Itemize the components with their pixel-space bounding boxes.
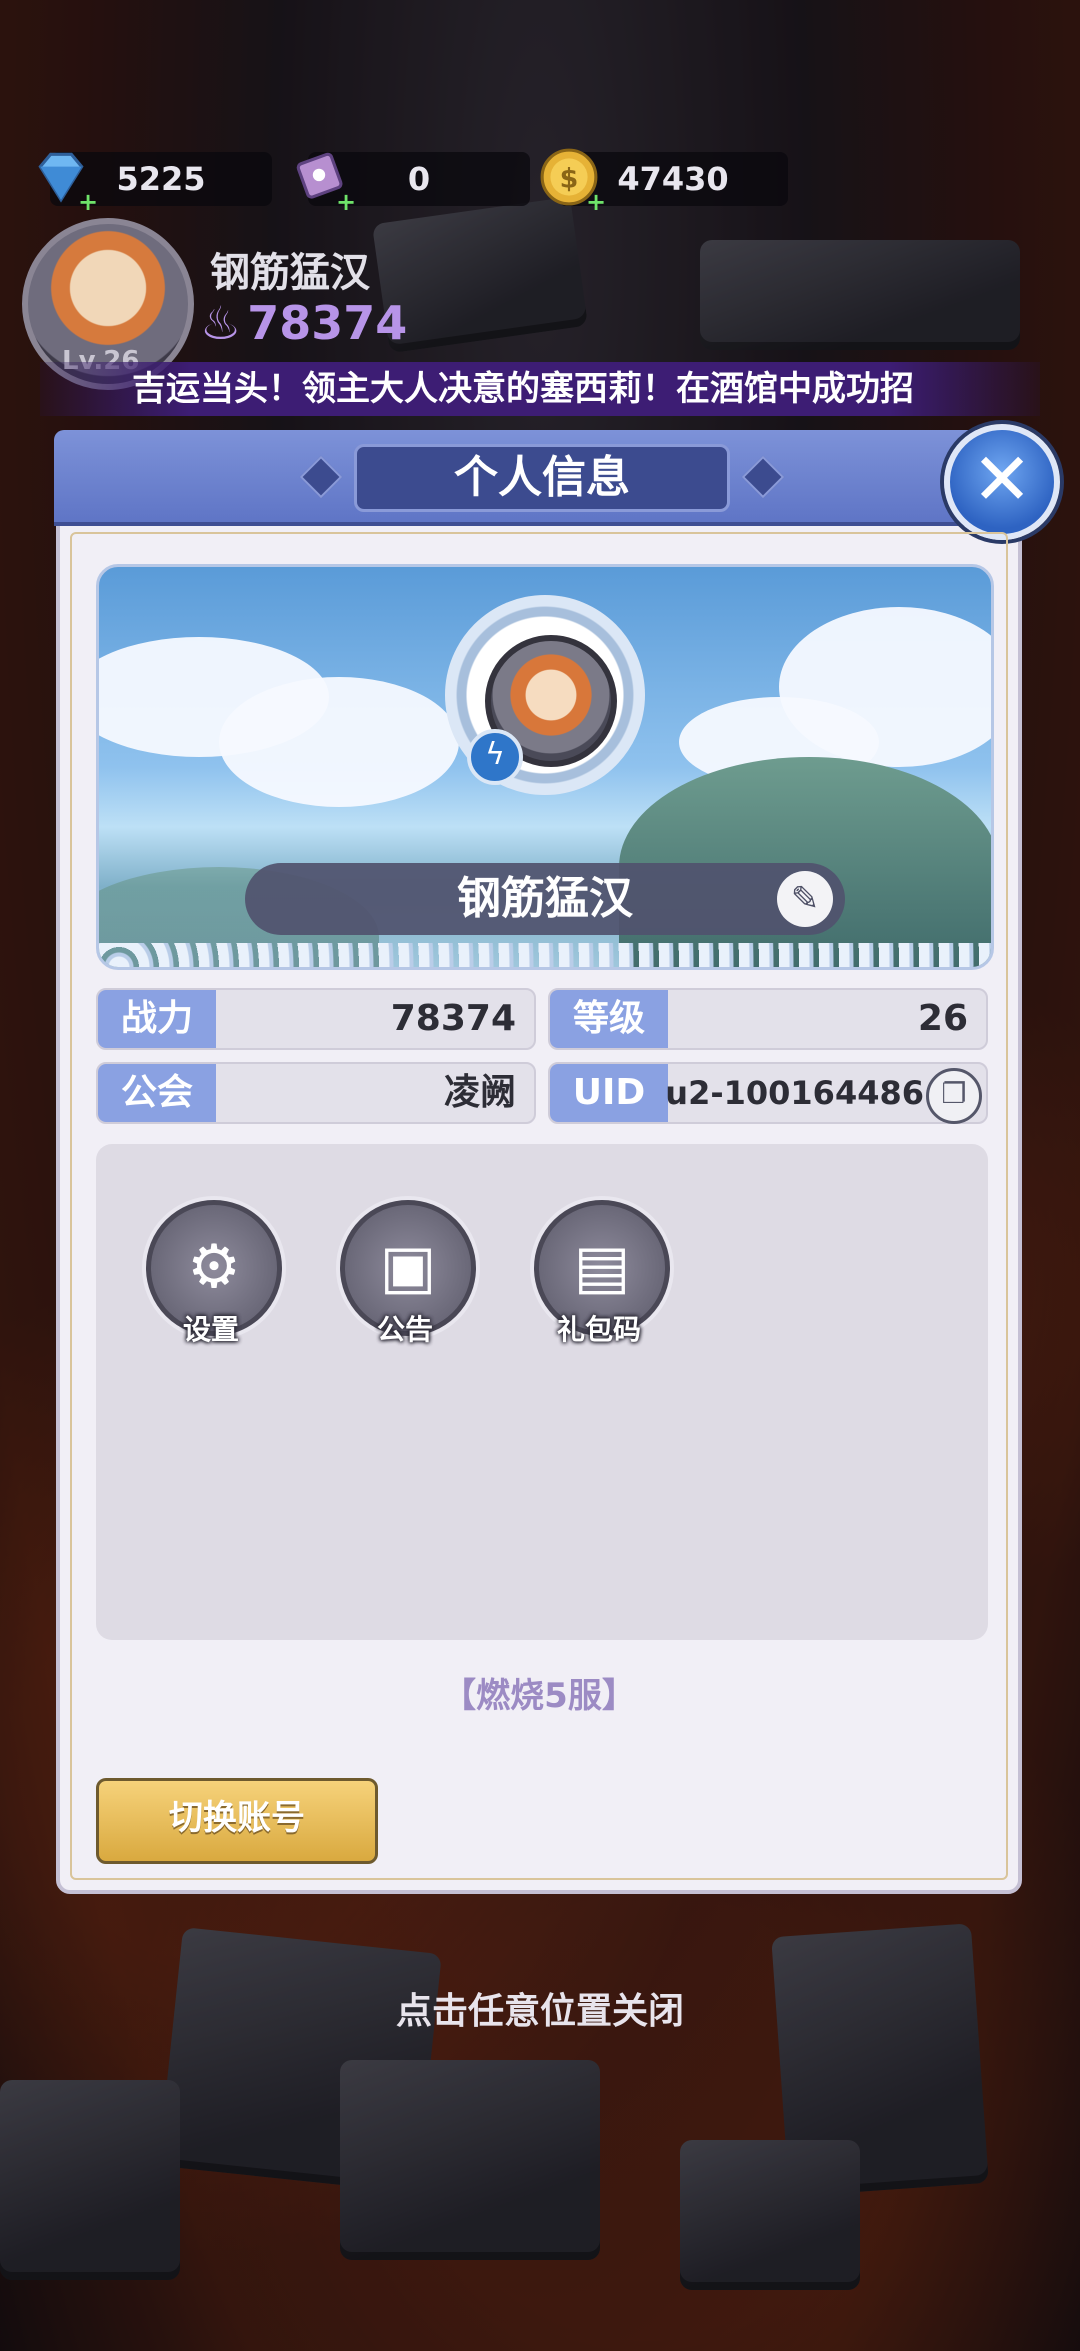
player-name: 钢筋猛汉 [210,250,370,296]
function-label: 设置 [182,1313,239,1346]
ornament-icon [299,455,343,499]
function-label: 礼包码 [556,1313,641,1346]
stat-label: UID [550,1064,668,1122]
svg-text:$: $ [560,163,579,194]
stat-label: 战力 [98,990,216,1048]
settings-button[interactable]: ⚙ 设置 [146,1200,282,1350]
profile-name: 钢筋猛汉 [457,873,633,924]
stat-guild: 公会 凌阙 [96,1062,536,1124]
wave-border [99,943,991,967]
edit-name-button[interactable]: ✎ [777,871,833,927]
resource-diamonds[interactable]: + 5225 [38,152,272,216]
dialog-header: 个人信息 [54,430,1028,526]
lightning-badge-icon: ϟ [467,729,523,785]
gift-code-button[interactable]: ▤ 礼包码 [534,1200,670,1350]
ornament-icon [741,455,785,499]
copy-uid-button[interactable]: ❐ [926,1068,982,1124]
close-button[interactable]: ✕ [944,424,1060,540]
server-name: 【燃烧5服】 [442,1676,636,1716]
pencil-icon: ✎ [790,879,820,919]
stat-level: 等级 26 [548,988,988,1050]
close-hint: 点击任意位置关闭 [395,1991,684,2032]
stat-label: 公会 [98,1064,216,1122]
stat-label: 等级 [550,990,668,1048]
plus-icon: + [78,188,99,216]
stat-uid: UID u2-100164486 ❐ [548,1062,988,1124]
plus-icon: + [336,188,357,216]
dialog-title: 个人信息 [354,444,730,512]
plus-icon: + [586,188,607,216]
stat-value: 26 [917,998,968,1039]
personal-info-dialog: 个人信息 ✕ ϟ 钢筋猛汉 ✎ 战力 78374 等级 26 公会 凌阙 UID… [54,424,1060,1894]
switch-account-button[interactable]: 切换账号 [96,1778,378,1864]
flame-icon: ♨ [200,296,242,350]
announcement-marquee: 吉运当头！领主大人决意的塞西莉！在酒馆中成功招 [40,362,1040,416]
stat-value: 凌阙 [443,1072,516,1113]
stat-value: 78374 [390,998,516,1039]
stat-value: u2-100164486 [665,1074,924,1112]
cloud [219,677,459,807]
copy-icon: ❐ [941,1077,967,1110]
profile-banner: ϟ 钢筋猛汉 ✎ [96,564,994,970]
stat-power: 战力 78374 [96,988,536,1050]
avatar-emblem[interactable]: ϟ [445,595,645,795]
notice-button[interactable]: ▣ 公告 [340,1200,476,1350]
name-bar: 钢筋猛汉 ✎ [245,863,845,935]
resource-gold[interactable]: $ + 47430 [540,148,788,216]
player-power: ♨ 78374 [200,296,407,350]
resource-tickets[interactable]: + 0 [296,152,530,216]
close-icon: ✕ [971,437,1033,521]
function-label: 公告 [376,1313,433,1346]
function-panel: ⚙ 设置 ▣ 公告 ▤ 礼包码 [96,1144,988,1640]
power-value: 78374 [247,296,408,350]
